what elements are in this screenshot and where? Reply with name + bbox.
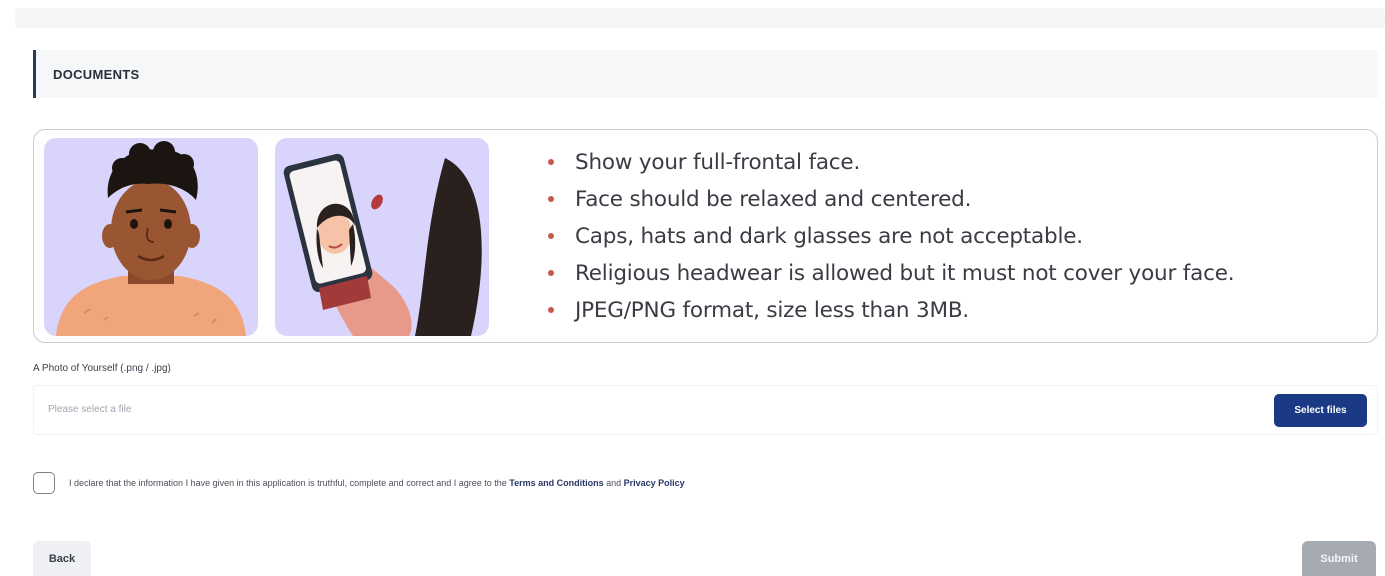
- declaration-checkbox[interactable]: [33, 472, 55, 494]
- terms-link[interactable]: Terms and Conditions: [509, 478, 603, 488]
- selfie-phone-illustration: [275, 138, 489, 336]
- privacy-policy-link[interactable]: Privacy Policy: [624, 478, 685, 488]
- rule-item: Caps, hats and dark glasses are not acce…: [548, 218, 1234, 255]
- declaration-joiner: and: [603, 478, 624, 488]
- photo-rules-list: Show your full-frontal face. Face should…: [548, 144, 1235, 329]
- back-button[interactable]: Back: [33, 541, 91, 576]
- declaration-statement: I declare that the information I have gi…: [69, 478, 510, 488]
- photo-file-input[interactable]: Please select a file Select files: [33, 385, 1378, 435]
- file-placeholder: Please select a file: [48, 404, 132, 415]
- rule-item: Religious headwear is allowed but it mus…: [548, 255, 1235, 292]
- section-header: DOCUMENTS: [33, 50, 1378, 98]
- submit-button[interactable]: Submit: [1302, 541, 1376, 576]
- rule-item: Face should be relaxed and centered.: [548, 181, 1234, 218]
- rule-item: JPEG/PNG format, size less than 3MB.: [548, 292, 1234, 329]
- select-files-button[interactable]: Select files: [1274, 394, 1367, 427]
- declaration-row: I declare that the information I have gi…: [33, 472, 685, 494]
- top-panel-edge: [15, 8, 1385, 28]
- section-title: DOCUMENTS: [53, 66, 140, 82]
- photo-upload-label: A Photo of Yourself (.png / .jpg): [33, 363, 171, 374]
- frontal-face-illustration: [44, 138, 258, 336]
- declaration-text: I declare that the information I have gi…: [69, 478, 685, 488]
- rule-item: Show your full-frontal face.: [548, 144, 1234, 181]
